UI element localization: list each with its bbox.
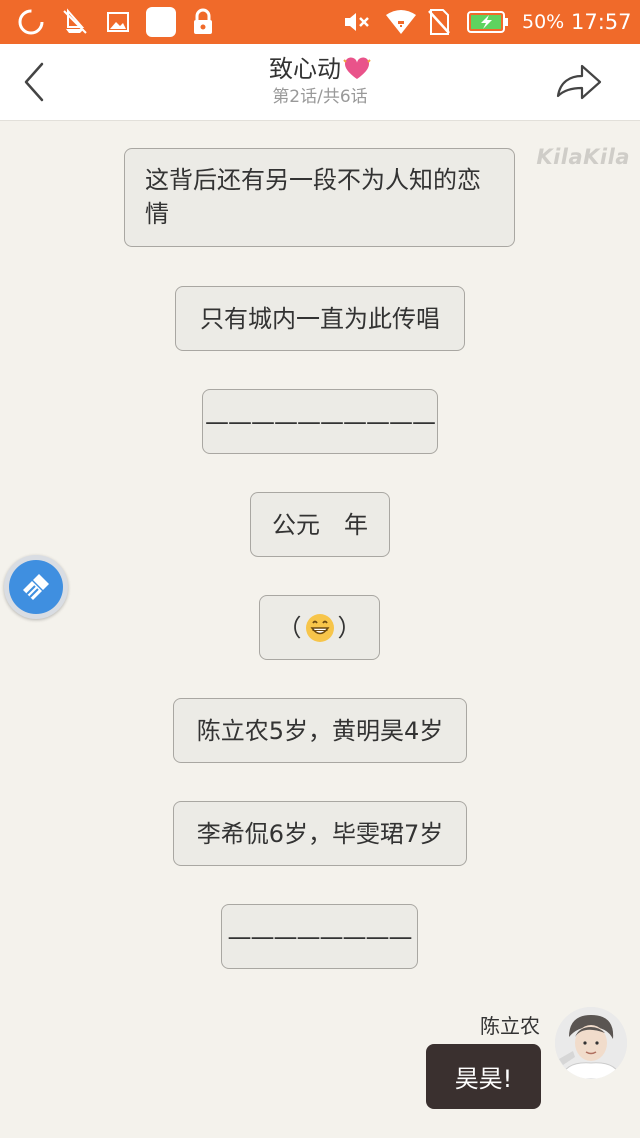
character-avatar[interactable] bbox=[555, 1007, 627, 1079]
narration-bubble: （ ） bbox=[259, 595, 380, 660]
narration-bubble: 只有城内一直为此传唱 bbox=[175, 286, 465, 351]
chevron-left-icon bbox=[24, 62, 44, 102]
heart-icon bbox=[343, 57, 371, 79]
narration-bubble: ———————— bbox=[221, 904, 418, 969]
mute-icon bbox=[342, 0, 372, 44]
status-bar: 50% 17:57 bbox=[0, 0, 640, 44]
grinning-face-icon bbox=[305, 613, 334, 642]
wifi-icon bbox=[384, 0, 418, 44]
narration-text: —————————— bbox=[205, 407, 436, 436]
narration-bubble: 陈立农5岁，黄明昊4岁 bbox=[173, 698, 467, 763]
share-button[interactable] bbox=[554, 60, 604, 104]
kilakila-watermark: KilaKila bbox=[536, 145, 630, 169]
narration-text: 这背后还有另一段不为人知的恋情 bbox=[145, 166, 481, 228]
brush-button-inner bbox=[9, 560, 63, 614]
narration-bubble: 李希侃6岁，毕雯珺7岁 bbox=[173, 801, 467, 866]
blank-app-icon bbox=[145, 0, 177, 44]
episode-indicator: 第2话/共6话 bbox=[272, 87, 368, 107]
clock: 17:57 bbox=[571, 10, 632, 34]
narration-bubble: 公元 年 bbox=[250, 492, 390, 557]
narration-paren-close: ） bbox=[337, 613, 362, 642]
brush-icon bbox=[23, 574, 49, 600]
narration-bubble: —————————— bbox=[202, 389, 438, 454]
story-title-text: 致心动 bbox=[269, 55, 341, 83]
narration-text: 陈立农5岁，黄明昊4岁 bbox=[196, 716, 444, 745]
back-button[interactable] bbox=[14, 56, 58, 108]
image-icon bbox=[104, 0, 132, 44]
narration-bubble: 这背后还有另一段不为人知的恋情 bbox=[124, 148, 515, 247]
chat-text: 昊昊! bbox=[454, 1065, 513, 1093]
lock-icon bbox=[190, 0, 216, 44]
loading-ring-icon bbox=[14, 0, 48, 44]
narration-text: 公元 年 bbox=[272, 510, 368, 539]
brush-float-button[interactable] bbox=[4, 555, 68, 619]
title-block: 致心动 第2话/共6话 bbox=[170, 52, 470, 108]
sailboat-icon bbox=[58, 0, 92, 44]
narration-text: ———————— bbox=[227, 922, 413, 951]
chat-bubble: 昊昊! bbox=[426, 1044, 541, 1109]
share-arrow-icon bbox=[556, 64, 602, 100]
avatar-portrait-icon bbox=[555, 1007, 627, 1079]
narration-paren-open: （ bbox=[277, 613, 302, 642]
battery-percent: 50% bbox=[522, 11, 565, 33]
speaker-name: 陈立农 bbox=[480, 1014, 540, 1038]
battery-charging-icon bbox=[466, 0, 510, 44]
narration-text: 李希侃6岁，毕雯珺7岁 bbox=[196, 819, 444, 848]
story-title: 致心动 bbox=[269, 52, 371, 86]
narration-text: 只有城内一直为此传唱 bbox=[200, 304, 440, 333]
no-sim-icon bbox=[426, 0, 452, 44]
episode-header: 致心动 第2话/共6话 bbox=[0, 44, 640, 121]
